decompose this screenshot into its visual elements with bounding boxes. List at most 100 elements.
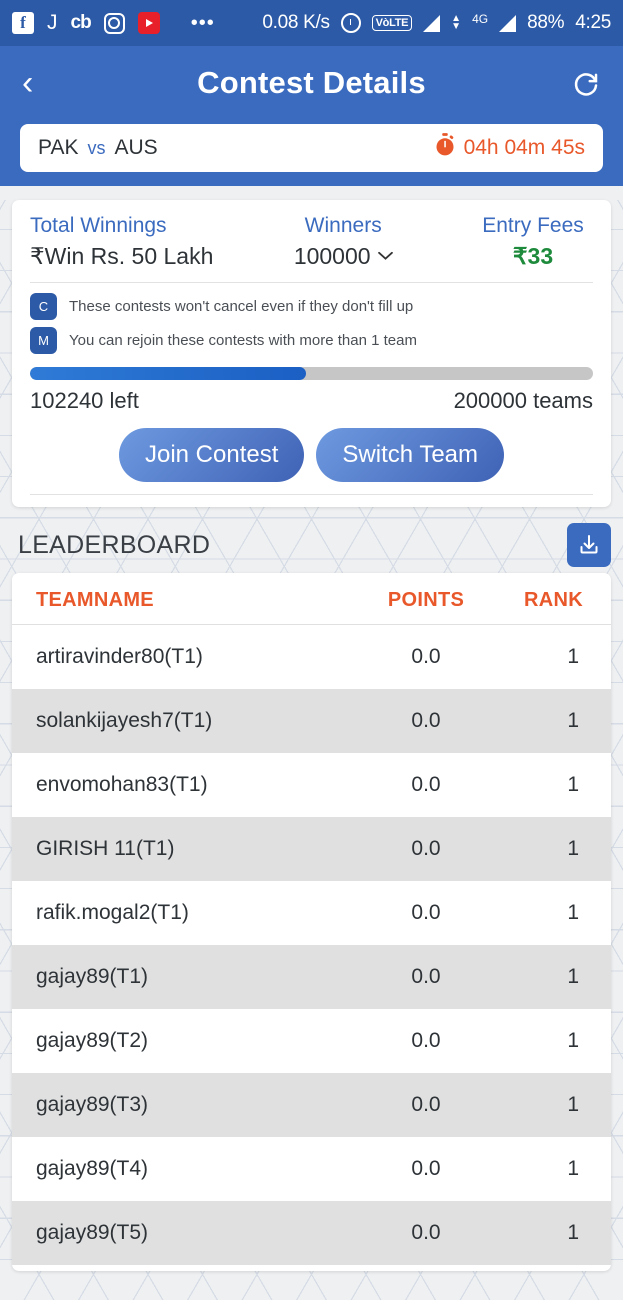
cell-rank: 1 <box>567 901 579 924</box>
cell-rank: 1 <box>567 965 579 988</box>
cell-teamname: gajay89(T4) <box>36 1157 149 1180</box>
table-row[interactable]: gajay89(T4) 0.0 1 <box>12 1137 611 1201</box>
cell-points: 0.0 <box>411 773 441 796</box>
divider-bottom <box>30 494 593 495</box>
refresh-button[interactable] <box>561 68 601 98</box>
column-header-points[interactable]: POINTS <box>351 573 501 625</box>
table-row[interactable]: artiravinder80(T1) 0.0 1 <box>12 625 611 690</box>
network-speed: 0.08 K/s <box>262 12 330 33</box>
progress-track <box>30 367 593 380</box>
cell-teamname: rafik.mogal2(T1) <box>36 901 189 924</box>
cell-points: 0.0 <box>411 645 441 668</box>
cell-points: 0.0 <box>411 837 441 860</box>
j-icon: J <box>47 11 58 34</box>
cell-points: 0.0 <box>411 1093 441 1116</box>
cell-teamname: gajay89(T3) <box>36 1093 149 1116</box>
back-button[interactable]: ‹ <box>22 66 62 100</box>
switch-team-button[interactable]: Switch Team <box>316 428 504 482</box>
data-arrows-icon: ▲ ▼ <box>451 13 462 32</box>
overflow-icon: ••• <box>190 12 215 34</box>
table-row[interactable]: gajay89(T5) 0.0 1 <box>12 1201 611 1265</box>
spots-left-label: 102240 left <box>30 388 139 413</box>
winners-value: 100000 <box>293 243 371 269</box>
cell-points: 0.0 <box>411 901 441 924</box>
table-row[interactable]: envomohan83(T1) 0.0 1 <box>12 753 611 817</box>
progress-fill <box>30 367 306 380</box>
match-timer: 04h 04m 45s <box>434 133 585 163</box>
match-bar[interactable]: PAK vs AUS 04h 04m 45s <box>20 124 603 172</box>
page-title: Contest Details <box>197 65 426 100</box>
cell-points: 0.0 <box>411 1029 441 1052</box>
instagram-icon <box>103 12 125 34</box>
table-header-row: TEAMNAME POINTS RANK <box>12 573 611 625</box>
winners-label: Winners <box>304 214 382 237</box>
leaderboard-header: LEADERBOARD <box>0 507 623 573</box>
status-bar-app-icons: f J cb ••• <box>12 12 215 34</box>
total-winnings-label: Total Winnings <box>30 214 167 237</box>
note-text-cancel: These contests won't cancel even if they… <box>69 298 414 315</box>
total-teams-label: 200000 teams <box>453 388 593 413</box>
action-buttons: Join Contest Switch Team <box>30 428 593 482</box>
table-row[interactable]: gajay89(T3) 0.0 1 <box>12 1073 611 1137</box>
winners-dropdown[interactable]: 100000 <box>294 243 393 270</box>
status-bar: f J cb ••• 0.08 K/s VòLTE ▲ ▼ 4G 88% 4:25 <box>0 0 623 46</box>
column-header-rank[interactable]: RANK <box>501 573 611 625</box>
signal-bars-icon-1 <box>423 14 441 32</box>
cell-teamname: solankijayesh7(T1) <box>36 709 213 732</box>
cell-teamname: GIRISH 11(T1) <box>36 837 175 860</box>
table-row[interactable]: gajay89(T1) 0.0 1 <box>12 945 611 1009</box>
cell-rank: 1 <box>567 645 579 668</box>
cell-points: 0.0 <box>411 1157 441 1180</box>
volte-icon: VòLTE <box>371 15 413 31</box>
winners-block: Winners 100000 <box>213 214 473 270</box>
cell-teamname: gajay89(T2) <box>36 1029 149 1052</box>
cell-rank: 1 <box>567 1029 579 1052</box>
note-text-multi: You can rejoin these contests with more … <box>69 332 417 349</box>
table-row[interactable]: solankijayesh7(T1) 0.0 1 <box>12 689 611 753</box>
note-badge-m: M <box>30 327 57 354</box>
cell-teamname: gajay89(T1) <box>36 965 149 988</box>
signal-bars-icon-2 <box>499 14 517 32</box>
team-a-label: PAK <box>38 136 79 159</box>
note-badge-c: C <box>30 293 57 320</box>
column-header-teamname[interactable]: TEAMNAME <box>12 573 351 625</box>
cell-rank: 1 <box>567 1221 579 1244</box>
stopwatch-icon <box>434 133 456 163</box>
status-bar-clock: 4:25 <box>575 12 611 33</box>
cell-teamname: envomohan83(T1) <box>36 773 208 796</box>
cell-points: 0.0 <box>411 709 441 732</box>
cell-rank: 1 <box>567 837 579 860</box>
cell-teamname: artiravinder80(T1) <box>36 645 203 668</box>
cell-rank: 1 <box>567 709 579 732</box>
spots-progress: 102240 left 200000 teams <box>30 367 593 414</box>
app-header: ‹ Contest Details PAK vs AUS 04h 04m 45s <box>0 46 623 186</box>
download-button[interactable] <box>567 523 611 567</box>
youtube-icon <box>137 12 160 34</box>
table-row[interactable]: rafik.mogal2(T1) 0.0 1 <box>12 881 611 945</box>
progress-meta: 102240 left 200000 teams <box>30 388 593 414</box>
contest-card: Total Winnings ₹Win Rs. 50 Lakh Winners … <box>12 200 611 507</box>
vs-label: vs <box>87 137 106 158</box>
cell-rank: 1 <box>567 1157 579 1180</box>
cell-points: 0.0 <box>411 1221 441 1244</box>
contest-note-multi: M You can rejoin these contests with mor… <box>30 327 593 354</box>
leaderboard-card: TEAMNAME POINTS RANK artiravinder80(T1) 0… <box>12 573 611 1271</box>
alarm-icon <box>340 13 361 33</box>
cell-rank: 1 <box>567 1093 579 1116</box>
cell-points: 0.0 <box>411 965 441 988</box>
cell-teamname: gajay89(T5) <box>36 1221 149 1244</box>
facebook-icon: f <box>12 12 34 34</box>
total-winnings-value: ₹Win Rs. 50 Lakh <box>30 243 214 269</box>
battery-percentage: 88% <box>527 12 565 33</box>
table-row[interactable]: gajay89(T2) 0.0 1 <box>12 1009 611 1073</box>
page-body: Total Winnings ₹Win Rs. 50 Lakh Winners … <box>0 200 623 1300</box>
leaderboard-tbody: artiravinder80(T1) 0.0 1 solankijayesh7(T1)… <box>12 625 611 1265</box>
entry-fees-value: ₹33 <box>512 243 554 269</box>
timer-text: 04h 04m 45s <box>463 136 585 159</box>
divider <box>30 282 593 283</box>
entry-fees-label: Entry Fees <box>482 214 584 237</box>
table-row[interactable]: GIRISH 11(T1) 0.0 1 <box>12 817 611 881</box>
contest-summary-row: Total Winnings ₹Win Rs. 50 Lakh Winners … <box>30 214 593 270</box>
join-contest-button[interactable]: Join Contest <box>118 428 305 482</box>
cb-icon: cb <box>70 12 92 33</box>
